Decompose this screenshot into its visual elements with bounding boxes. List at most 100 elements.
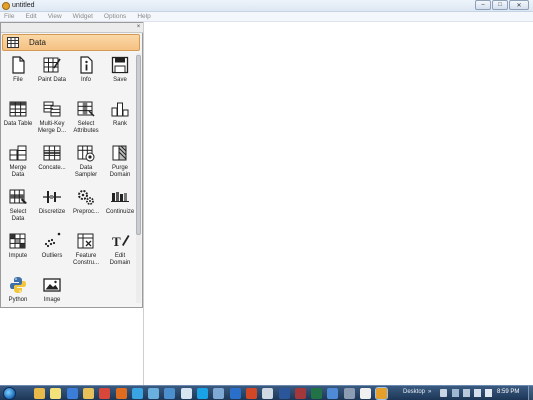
close-button[interactable]: ✕ — [509, 0, 529, 10]
widget-image[interactable]: Image — [35, 272, 69, 316]
powerpoint-icon[interactable] — [245, 388, 257, 399]
menu-view[interactable]: View — [48, 12, 62, 21]
sticky-notes-icon[interactable] — [50, 388, 62, 399]
app-icon[interactable] — [148, 388, 160, 399]
tray-network-icon[interactable] — [463, 389, 470, 397]
select-attributes-icon — [77, 101, 95, 117]
widget-label: Image — [43, 297, 61, 303]
tray-volume-icon[interactable] — [485, 389, 492, 397]
category-label: Data — [29, 38, 46, 47]
app4-icon[interactable] — [360, 388, 371, 399]
app2-icon[interactable] — [327, 388, 339, 399]
widget-label: Python — [8, 297, 28, 303]
widget-merge-data[interactable]: Merge Data — [1, 140, 35, 184]
widget-feature-constructor[interactable]: Feature Constru... — [69, 228, 103, 272]
merge-data-icon — [9, 145, 27, 161]
window-title: untitled — [12, 2, 35, 9]
paint-data-icon — [43, 57, 61, 73]
minimize-button[interactable]: – — [475, 0, 491, 10]
widget-label: Edit Domain — [109, 253, 131, 266]
folder-icon[interactable] — [82, 388, 94, 399]
widget-discretize[interactable]: Discretize — [35, 184, 69, 228]
remote-icon[interactable] — [213, 388, 225, 399]
preprocess-icon — [78, 190, 94, 205]
menu-help[interactable]: Help — [137, 12, 150, 21]
widget-select-attributes[interactable]: Select Attributes — [69, 96, 103, 140]
category-data-header[interactable]: Data — [2, 34, 140, 51]
outlook-icon[interactable] — [229, 388, 241, 399]
widget-continuize[interactable]: Continuize — [103, 184, 137, 228]
notepad-icon[interactable] — [180, 388, 192, 399]
widget-edit-domain[interactable]: T Edit Domain — [103, 228, 137, 272]
widget-label: Save — [113, 77, 127, 83]
continuize-icon — [111, 192, 129, 202]
widget-purge-domain[interactable]: Purge Domain — [103, 140, 137, 184]
media-player-icon[interactable] — [66, 388, 78, 399]
widget-select-data[interactable]: Select Data — [1, 184, 35, 228]
widget-label: Info — [80, 77, 91, 83]
tray-power-icon[interactable] — [474, 389, 481, 397]
panel-close-icon[interactable]: × — [135, 24, 142, 31]
panel-scrollbar[interactable] — [136, 53, 141, 303]
word-icon[interactable] — [278, 388, 290, 399]
multi-key-merge-icon — [43, 101, 61, 117]
menu-bar: File Edit View Widget Options Help — [0, 12, 533, 22]
window-controls: – □ ✕ — [475, 0, 529, 11]
access-icon[interactable] — [294, 388, 306, 399]
firefox-icon[interactable] — [115, 388, 127, 399]
data-table-icon — [7, 37, 19, 48]
widget-save[interactable]: Save — [103, 52, 137, 96]
widget-rank[interactable]: Rank — [103, 96, 137, 140]
select-data-icon — [9, 189, 27, 204]
tray-flag-icon[interactable] — [452, 389, 459, 397]
explorer-icon[interactable] — [34, 388, 45, 399]
start-button[interactable] — [3, 387, 16, 400]
rank-icon — [111, 102, 129, 117]
menu-file[interactable]: File — [4, 12, 14, 21]
widget-label: Outliers — [41, 253, 63, 259]
window-icon[interactable] — [262, 388, 274, 399]
app3-icon[interactable] — [343, 388, 355, 399]
widget-label: Preproc... — [72, 209, 99, 215]
feature-constructor-icon — [77, 233, 94, 249]
menu-options[interactable]: Options — [104, 12, 126, 21]
orange-icon[interactable] — [375, 387, 389, 400]
widget-paint-data[interactable]: Paint Data — [35, 52, 69, 96]
show-desktop-button[interactable] — [528, 386, 533, 400]
widget-multi-key-merge[interactable]: Multi-Key Merge D... — [35, 96, 69, 140]
widget-python[interactable]: Python — [1, 272, 35, 316]
widget-label: Continuize — [105, 209, 135, 215]
svg-text:T: T — [112, 234, 121, 249]
menu-widget[interactable]: Widget — [73, 12, 93, 21]
widget-grid: File Paint Data Info Save Data Table Mul… — [1, 52, 137, 316]
widget-label: Feature Constru... — [72, 253, 99, 266]
impute-icon — [9, 233, 26, 249]
widget-file[interactable]: File — [1, 52, 35, 96]
monitor-icon[interactable] — [164, 388, 176, 399]
widget-label: Discretize — [38, 209, 66, 215]
ie-icon[interactable] — [131, 388, 143, 399]
taskbar: Desktop » 8:59 PM — [0, 385, 533, 400]
widget-concatenate[interactable]: Concate... — [35, 140, 69, 184]
widget-impute[interactable]: Impute — [1, 228, 35, 272]
widget-label: Paint Data — [37, 77, 67, 83]
scrollbar-thumb[interactable] — [136, 55, 141, 235]
widget-data-sampler[interactable]: Data Sampler — [69, 140, 103, 184]
chrome-icon[interactable] — [99, 388, 111, 399]
desktop-toolbar-label[interactable]: Desktop — [403, 389, 425, 395]
maximize-button[interactable]: □ — [492, 0, 508, 10]
workflow-canvas[interactable] — [143, 22, 533, 385]
edit-domain-icon: T — [112, 234, 130, 249]
widget-outliers[interactable]: Outliers — [35, 228, 69, 272]
skype-icon[interactable] — [197, 388, 208, 399]
widget-preprocess[interactable]: Preproc... — [69, 184, 103, 228]
excel-icon[interactable] — [311, 388, 323, 399]
clock[interactable]: 8:59 PM — [497, 389, 519, 395]
tray-arrow-icon[interactable] — [440, 389, 447, 397]
save-icon — [111, 56, 129, 74]
menu-edit[interactable]: Edit — [25, 12, 36, 21]
widget-data-table[interactable]: Data Table — [1, 96, 35, 140]
widget-info[interactable]: Info — [69, 52, 103, 96]
widget-label: File — [13, 77, 23, 83]
toolbar-chevron-icon[interactable]: » — [428, 389, 431, 395]
